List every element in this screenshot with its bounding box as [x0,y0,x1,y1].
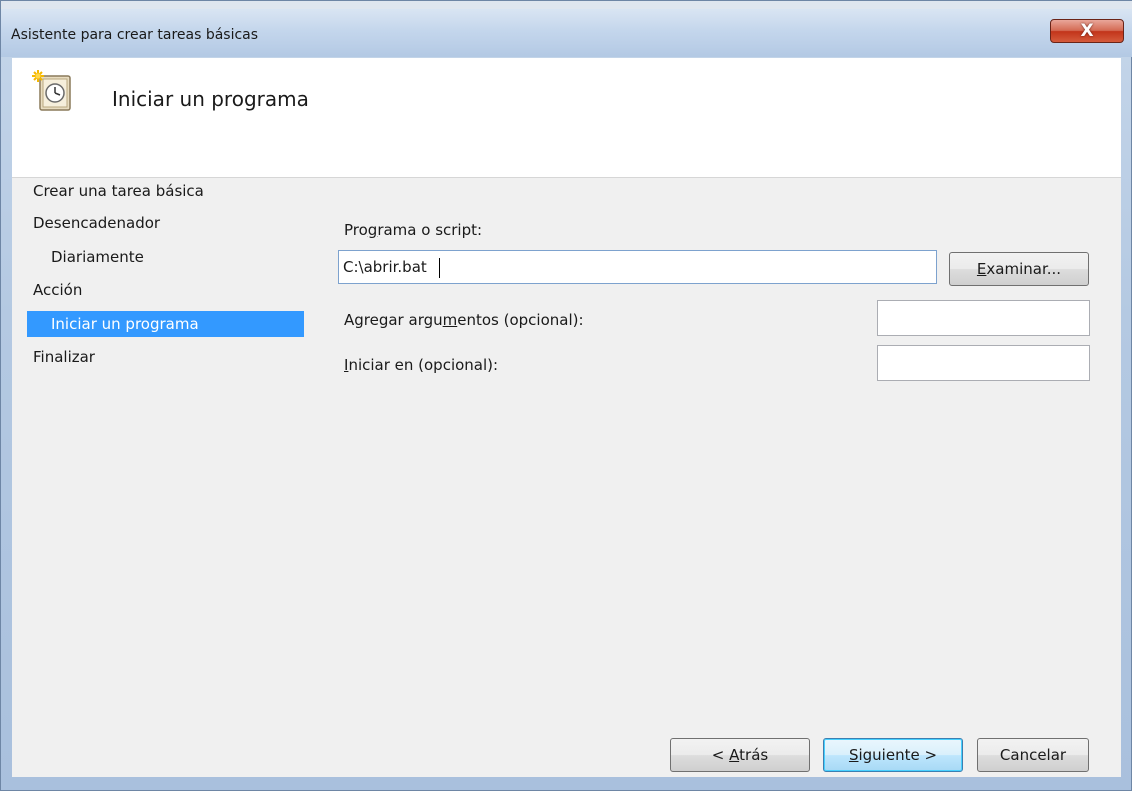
arguments-label: Agregar argumentos (opcional): [344,311,584,329]
browse-button[interactable]: Examinar... [949,252,1089,286]
next-button[interactable]: Siguiente > [823,738,963,772]
step-trigger: Desencadenador [33,214,161,232]
window-title: Asistente para crear tareas básicas [11,27,259,43]
title-bar[interactable]: Asistente para crear tareas básicas X [1,9,1132,57]
program-label: Programa o script: [344,221,483,239]
program-input[interactable] [338,250,937,284]
page-title: Iniciar un programa [112,87,309,111]
wizard-window: Asistente para crear tareas básicas X In… [0,0,1132,791]
start-in-label: Iniciar en (opcional): [344,356,499,374]
step-daily: Diariamente [51,248,144,266]
step-action: Acción [33,281,83,299]
steps-nav: Crear una tarea básica Desencadenador Di… [12,178,312,777]
step-create-basic-task: Crear una tarea básica [33,182,204,200]
text-caret [439,258,440,278]
step-finish: Finalizar [33,348,95,366]
cancel-button[interactable]: Cancelar [977,738,1089,772]
wizard-content: Crear una tarea básica Desencadenador Di… [12,178,1121,777]
start-in-input[interactable] [877,345,1090,381]
back-button[interactable]: < Atrás [670,738,810,772]
task-scheduler-clock-icon [32,70,71,111]
step-start-program: Iniciar un programa [27,311,304,337]
wizard-header: Iniciar un programa [12,58,1121,178]
close-button[interactable]: X [1050,19,1124,43]
close-icon: X [1080,21,1094,41]
arguments-input[interactable] [877,300,1090,336]
